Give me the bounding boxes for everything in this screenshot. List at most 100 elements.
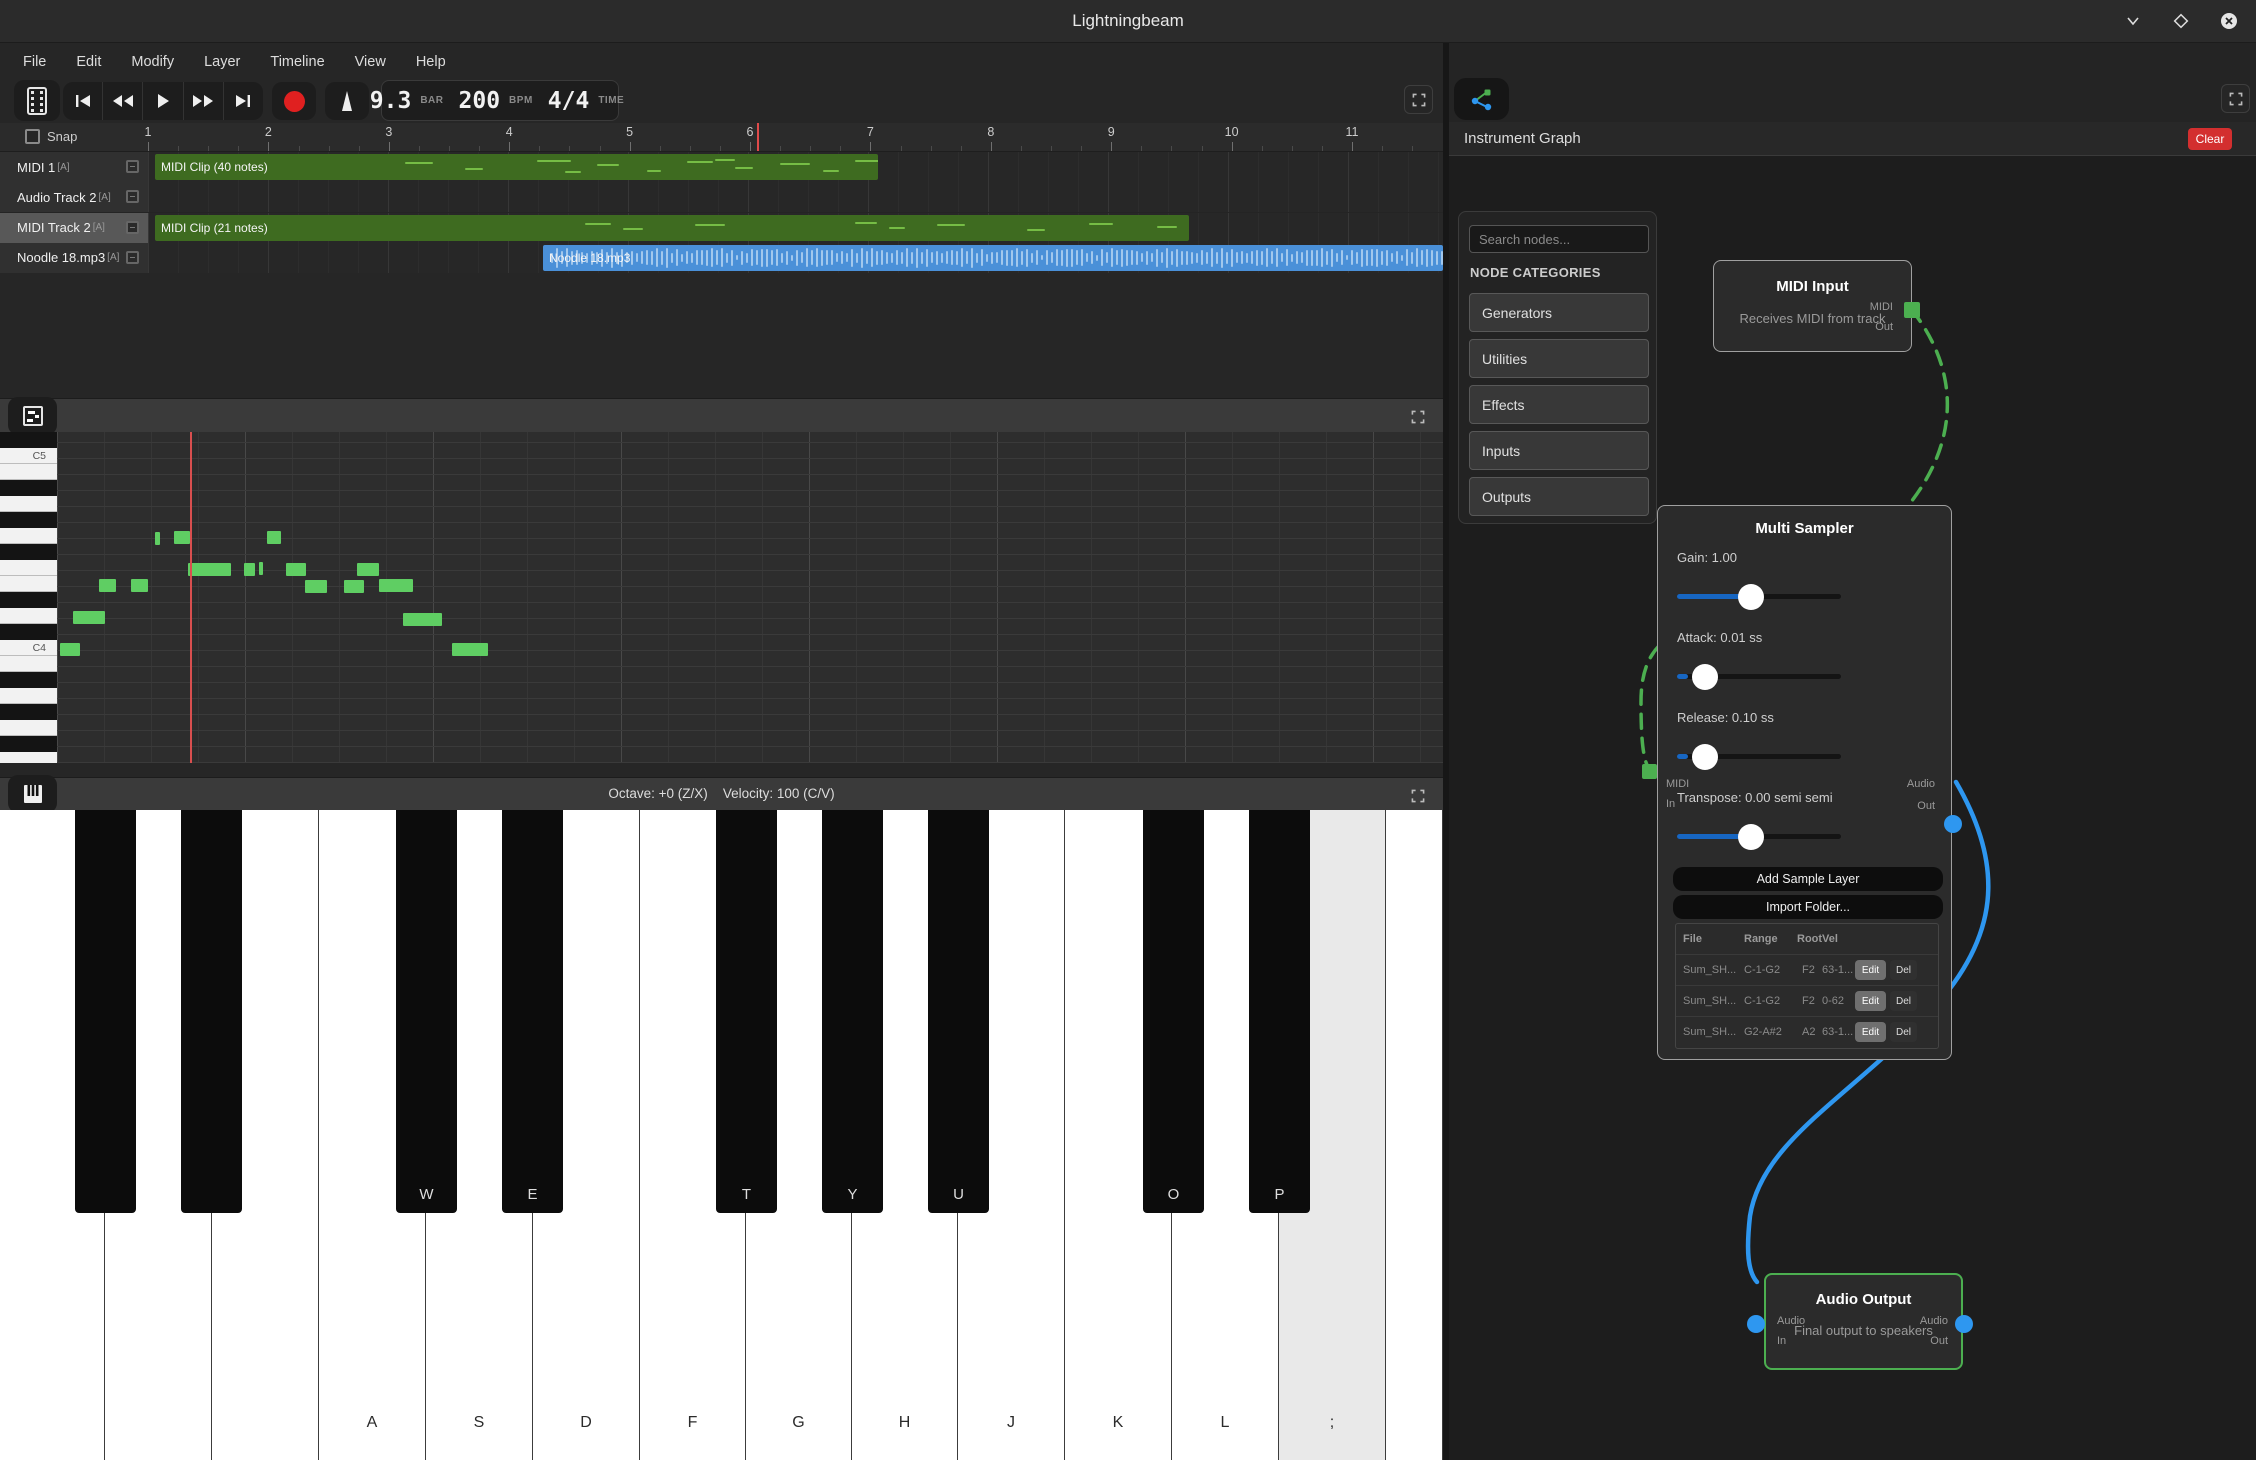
mini-white-key[interactable]: C4: [0, 640, 57, 656]
pianoroll-view-button[interactable]: [8, 397, 57, 435]
midi-note[interactable]: [344, 580, 364, 593]
fast-forward-button[interactable]: [184, 82, 224, 120]
timeline-playhead[interactable]: [757, 123, 759, 151]
add-sample-layer-button[interactable]: Add Sample Layer: [1673, 867, 1943, 891]
black-key[interactable]: E: [502, 810, 563, 1213]
track-row[interactable]: MIDI Clip (40 notes)MIDI 1[A]: [0, 152, 1443, 182]
mini-black-key[interactable]: [0, 624, 57, 640]
pianoroll-key-column[interactable]: C5C4: [0, 432, 57, 763]
menu-modify[interactable]: Modify: [116, 48, 189, 76]
graph-view-button[interactable]: [1454, 78, 1509, 120]
pianoroll[interactable]: C5C4: [0, 432, 1443, 763]
mini-white-key[interactable]: [0, 752, 57, 763]
mini-black-key[interactable]: [0, 480, 57, 496]
clear-graph-button[interactable]: Clear: [2188, 128, 2232, 150]
track-name-panel[interactable]: Audio Track 2[A]: [0, 182, 148, 212]
black-key[interactable]: [181, 810, 242, 1213]
param-slider[interactable]: [1677, 674, 1841, 679]
slider-thumb[interactable]: [1692, 664, 1718, 690]
import-folder-button[interactable]: Import Folder...: [1673, 895, 1943, 919]
black-key[interactable]: Y: [822, 810, 883, 1213]
slider-thumb[interactable]: [1738, 824, 1764, 850]
audio-clip[interactable]: Noodle 18.mp3: [543, 245, 1443, 271]
track-checkbox[interactable]: [126, 221, 139, 234]
slider-thumb[interactable]: [1738, 584, 1764, 610]
mini-white-key[interactable]: [0, 560, 57, 576]
param-slider[interactable]: [1677, 594, 1841, 599]
node-multi-sampler[interactable]: Multi Sampler Gain: 1.00Attack: 0.01 ssR…: [1657, 505, 1952, 1060]
mini-black-key[interactable]: [0, 672, 57, 688]
midi-note[interactable]: [259, 562, 263, 575]
menu-file[interactable]: File: [8, 48, 61, 76]
param-slider[interactable]: [1677, 754, 1841, 759]
timeline-ruler[interactable]: Snap 1234567891011: [0, 123, 1443, 152]
delete-sample-button[interactable]: Del: [1890, 1022, 1917, 1042]
black-key[interactable]: U: [928, 810, 989, 1213]
mini-black-key[interactable]: [0, 704, 57, 720]
mini-black-key[interactable]: [0, 736, 57, 752]
pianoroll-expand-button[interactable]: [1404, 403, 1431, 430]
track-row[interactable]: Noodle 18.mp3 Noodle 18.mp3[A]: [0, 243, 1443, 273]
midi-note[interactable]: [305, 580, 327, 593]
menu-view[interactable]: View: [340, 48, 401, 76]
menu-help[interactable]: Help: [401, 48, 461, 76]
mini-white-key[interactable]: [0, 576, 57, 592]
menu-edit[interactable]: Edit: [61, 48, 116, 76]
audio-output-in-port[interactable]: [1747, 1315, 1765, 1333]
midi-note[interactable]: [403, 613, 442, 626]
skip-start-button[interactable]: [63, 82, 103, 120]
play-button[interactable]: [143, 82, 183, 120]
param-slider[interactable]: [1677, 834, 1841, 839]
menu-layer[interactable]: Layer: [189, 48, 255, 76]
sample-row[interactable]: Sum_SH...C-1-G2F263-1...EditDel: [1676, 954, 1938, 985]
menu-timeline[interactable]: Timeline: [255, 48, 339, 76]
midi-input-out-port[interactable]: [1904, 302, 1920, 318]
skip-end-button[interactable]: [224, 82, 263, 120]
maximize-icon[interactable]: [2168, 8, 2194, 34]
track-checkbox[interactable]: [126, 190, 139, 203]
midi-note[interactable]: [188, 563, 231, 576]
rewind-button[interactable]: [103, 82, 143, 120]
black-key[interactable]: T: [716, 810, 777, 1213]
black-key[interactable]: P: [1249, 810, 1310, 1213]
mini-white-key[interactable]: [0, 464, 57, 480]
mini-white-key[interactable]: [0, 688, 57, 704]
keyboard-expand-button[interactable]: [1404, 782, 1431, 809]
track-name-panel[interactable]: MIDI 1[A]: [0, 152, 148, 182]
category-outputs[interactable]: Outputs: [1469, 477, 1649, 516]
mini-black-key[interactable]: [0, 512, 57, 528]
timeline-view-button[interactable]: [14, 80, 60, 121]
delete-sample-button[interactable]: Del: [1890, 991, 1917, 1011]
track-name-panel[interactable]: Noodle 18.mp3[A]: [0, 243, 148, 273]
graph-expand-button[interactable]: [2221, 84, 2250, 113]
track-lane[interactable]: Noodle 18.mp3: [148, 243, 1443, 273]
midi-note[interactable]: [267, 531, 281, 544]
midi-note[interactable]: [99, 579, 116, 592]
black-key[interactable]: [75, 810, 136, 1213]
white-key[interactable]: [1386, 810, 1443, 1460]
edit-sample-button[interactable]: Edit: [1855, 1022, 1886, 1042]
mini-white-key[interactable]: [0, 656, 57, 672]
multi-sampler-midi-in-port[interactable]: [1642, 764, 1657, 779]
slider-thumb[interactable]: [1692, 744, 1718, 770]
minimize-icon[interactable]: [2120, 8, 2146, 34]
mini-black-key[interactable]: [0, 544, 57, 560]
midi-note[interactable]: [155, 532, 160, 545]
midi-note[interactable]: [73, 611, 105, 624]
track-row[interactable]: Audio Track 2[A]: [0, 182, 1443, 212]
midi-clip[interactable]: MIDI Clip (21 notes): [155, 215, 1189, 241]
timeline-expand-button[interactable]: [1404, 85, 1433, 114]
snap-checkbox[interactable]: [25, 129, 40, 144]
track-checkbox[interactable]: [126, 160, 139, 173]
midi-note[interactable]: [286, 563, 306, 576]
category-effects[interactable]: Effects: [1469, 385, 1649, 424]
category-utilities[interactable]: Utilities: [1469, 339, 1649, 378]
category-generators[interactable]: Generators: [1469, 293, 1649, 332]
mini-white-key[interactable]: [0, 608, 57, 624]
track-checkbox[interactable]: [126, 251, 139, 264]
node-midi-input[interactable]: MIDI Input Receives MIDI from track MIDI…: [1713, 260, 1912, 352]
metronome-button[interactable]: [325, 82, 369, 120]
node-audio-output[interactable]: Audio Output Final output to speakers Au…: [1764, 1273, 1963, 1370]
search-input[interactable]: [1469, 225, 1649, 253]
midi-note[interactable]: [131, 579, 148, 592]
